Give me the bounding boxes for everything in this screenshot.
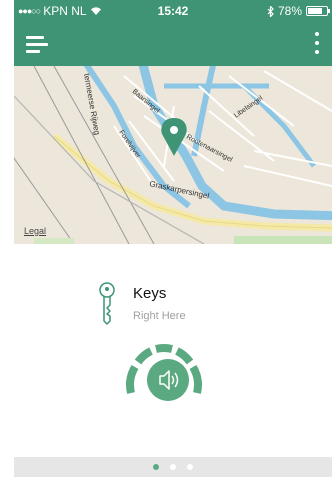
- location-map[interactable]: termeerse Rijweg Baarsingel Forelvijver …: [14, 66, 332, 244]
- more-vertical-icon: [315, 32, 319, 36]
- play-sound-control: [121, 343, 207, 413]
- more-options-button[interactable]: [312, 32, 322, 56]
- menu-button[interactable]: [26, 36, 48, 54]
- app-header: [14, 22, 332, 66]
- page-indicator: [14, 457, 332, 477]
- app-frame: ●●●○○ KPN NL 15:42 78% termeerse Rijweg …: [14, 0, 332, 477]
- map-canvas: termeerse Rijweg Baarsingel Forelvijver …: [14, 66, 332, 244]
- page-dot[interactable]: [187, 464, 193, 470]
- page-dot[interactable]: [170, 464, 176, 470]
- map-street-label: Libelsingel: [233, 95, 264, 120]
- battery-percent: 78%: [277, 4, 302, 18]
- menu-icon: [26, 36, 44, 39]
- key-icon: [99, 282, 115, 325]
- bluetooth-icon: [267, 5, 274, 17]
- battery-icon: [306, 6, 330, 16]
- battery-fill: [308, 8, 322, 14]
- legal-link[interactable]: Legal: [24, 226, 46, 236]
- speaker-icon: [159, 370, 179, 390]
- page-dot[interactable]: [153, 464, 159, 470]
- item-name: Keys: [133, 285, 167, 302]
- play-sound-button[interactable]: [147, 359, 189, 401]
- item-status: Right Here: [133, 310, 186, 322]
- status-bar: ●●●○○ KPN NL 15:42 78%: [14, 0, 332, 22]
